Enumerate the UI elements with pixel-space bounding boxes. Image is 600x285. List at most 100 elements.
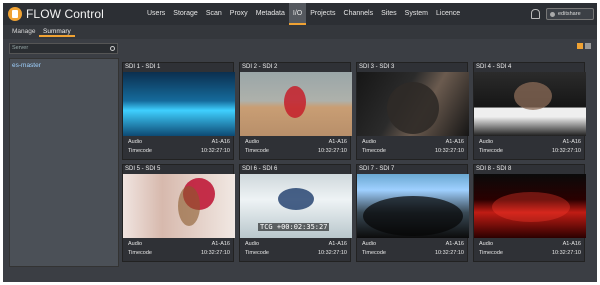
timecode-label: Timecode — [245, 148, 269, 154]
list-view-icon[interactable] — [585, 43, 591, 49]
audio-label: Audio — [362, 139, 377, 145]
video-thumbnail: TCG +00:02:35:27 — [240, 174, 352, 238]
app-window: FLOW Control Users Storage Scan Proxy Me… — [3, 3, 597, 282]
main-nav: Users Storage Scan Proxy Metadata I/O Pr… — [143, 3, 464, 25]
audio-label: Audio — [479, 139, 494, 145]
video-thumbnail — [123, 72, 235, 136]
card-title: SDI 2 - SDI 2 — [242, 64, 278, 70]
sdi-card[interactable]: SDI 1 - SDI 1 Audio A1-A16 Timecode 10:32:… — [122, 62, 235, 160]
card-title: SDI 6 - SDI 6 — [242, 166, 278, 172]
video-thumbnail — [357, 72, 469, 136]
timecode-label: Timecode — [362, 148, 386, 154]
app-title: FLOW Control — [26, 7, 104, 21]
audio-label: Audio — [245, 241, 260, 247]
hair-shape — [178, 186, 200, 226]
jetski-shape — [278, 188, 314, 210]
card-title: SDI 4 - SDI 4 — [476, 64, 512, 70]
sdi-card[interactable]: SDI 5 - SDI 5 Audio A1-A16 Timecode 10:32:… — [122, 164, 235, 262]
sub-tab-bar: Manage Summary — [3, 25, 597, 39]
audio-value: A1-A16 — [562, 139, 581, 145]
sdi-card[interactable]: SDI 2 - SDI 2 Audio A1-A16 Timecode 10:32:… — [239, 62, 352, 160]
server-sidebar: es-master — [9, 58, 119, 267]
user-menu[interactable]: editshare — [546, 8, 594, 20]
sdi-card[interactable]: SDI 3 - SDI 3 Audio A1-A16 Timecode 10:32:… — [356, 62, 469, 160]
video-thumbnail — [123, 174, 235, 238]
nav-users[interactable]: Users — [143, 3, 169, 25]
crowd-shape — [363, 196, 463, 236]
audio-label: Audio — [245, 139, 260, 145]
server-search[interactable]: Server — [9, 43, 118, 54]
runner-shape — [284, 86, 306, 118]
audio-value: A1-A16 — [562, 241, 581, 247]
sdi-cards: SDI 1 - SDI 1 Audio A1-A16 Timecode 10:32:… — [122, 62, 588, 262]
timecode-label: Timecode — [128, 250, 152, 256]
card-info: Audio A1-A16 Timecode 10:32:27:10 — [245, 139, 347, 157]
hands-shape — [514, 82, 552, 110]
nav-projects[interactable]: Projects — [306, 3, 339, 25]
card-title: SDI 8 - SDI 8 — [476, 166, 512, 172]
nav-scan[interactable]: Scan — [202, 3, 226, 25]
timecode-value: 10:32:27:10 — [317, 250, 347, 256]
timecode-value: 10:32:27:10 — [317, 148, 347, 154]
video-thumbnail — [474, 72, 586, 136]
sdi-card[interactable]: SDI 6 - SDI 6 TCG +00:02:35:27 Audio A1-A… — [239, 164, 352, 262]
stage-lights-shape — [492, 192, 570, 222]
card-title: SDI 7 - SDI 7 — [359, 166, 395, 172]
nav-storage[interactable]: Storage — [169, 3, 202, 25]
audio-value: A1-A16 — [328, 241, 347, 247]
card-title: SDI 1 - SDI 1 — [125, 64, 161, 70]
timecode-label: Timecode — [479, 250, 503, 256]
timecode-label: Timecode — [479, 148, 503, 154]
sidebar-item-es-master[interactable]: es-master — [12, 62, 41, 69]
card-info: Audio A1-A16 Timecode 10:32:27:10 — [128, 241, 230, 259]
search-icon[interactable] — [110, 46, 115, 51]
audio-label: Audio — [128, 241, 143, 247]
audio-label: Audio — [128, 139, 143, 145]
timecode-value: 10:32:27:10 — [551, 148, 581, 154]
nav-io[interactable]: I/O — [288, 3, 307, 25]
timecode-value: 10:32:27:10 — [200, 148, 230, 154]
timecode-label: Timecode — [245, 250, 269, 256]
card-info: Audio A1-A16 Timecode 10:32:27:10 — [362, 241, 464, 259]
nav-proxy[interactable]: Proxy — [226, 3, 252, 25]
card-title: SDI 5 - SDI 5 — [125, 166, 161, 172]
card-info: Audio A1-A16 Timecode 10:32:27:10 — [479, 139, 581, 157]
timecode-value: 10:32:27:10 — [434, 250, 464, 256]
card-info: Audio A1-A16 Timecode 10:32:27:10 — [245, 241, 347, 259]
grid-view-icon[interactable] — [577, 43, 583, 49]
timecode-label: Timecode — [362, 250, 386, 256]
audio-value: A1-A16 — [211, 241, 230, 247]
video-thumbnail — [474, 174, 586, 238]
nav-metadata[interactable]: Metadata — [252, 3, 289, 25]
tab-summary[interactable]: Summary — [39, 27, 75, 37]
audio-value: A1-A16 — [211, 139, 230, 145]
video-thumbnail — [240, 72, 352, 136]
top-bar: FLOW Control Users Storage Scan Proxy Me… — [3, 3, 597, 25]
timecode-label: Timecode — [128, 148, 152, 154]
sdi-card[interactable]: SDI 8 - SDI 8 Audio A1-A16 Timecode 10:32:… — [473, 164, 586, 262]
audio-value: A1-A16 — [328, 139, 347, 145]
nav-sites[interactable]: Sites — [377, 3, 401, 25]
timecode-value: 10:32:27:10 — [200, 250, 230, 256]
audio-label: Audio — [479, 241, 494, 247]
card-info: Audio A1-A16 Timecode 10:32:27:10 — [128, 139, 230, 157]
card-info: Audio A1-A16 Timecode 10:32:27:10 — [479, 241, 581, 259]
bell-icon[interactable] — [531, 9, 540, 19]
card-info: Audio A1-A16 Timecode 10:32:27:10 — [362, 139, 464, 157]
user-icon — [550, 12, 555, 17]
flow-logo-icon — [8, 7, 22, 21]
nav-licence[interactable]: Licence — [432, 3, 464, 25]
audio-label: Audio — [362, 241, 377, 247]
search-input[interactable]: Server — [12, 45, 28, 51]
timecode-overlay: TCG +00:02:35:27 — [258, 223, 330, 231]
face-shape — [387, 82, 439, 134]
sdi-card[interactable]: SDI 7 - SDI 7 Audio A1-A16 Timecode 10:32:… — [356, 164, 469, 262]
nav-channels[interactable]: Channels — [340, 3, 378, 25]
timecode-value: 10:32:27:10 — [434, 148, 464, 154]
audio-value: A1-A16 — [445, 139, 464, 145]
sdi-card[interactable]: SDI 4 - SDI 4 Audio A1-A16 Timecode 10:32:… — [473, 62, 586, 160]
user-label: editshare — [558, 11, 581, 17]
tab-manage[interactable]: Manage — [8, 27, 40, 37]
nav-system[interactable]: System — [401, 3, 432, 25]
video-thumbnail — [357, 174, 469, 238]
